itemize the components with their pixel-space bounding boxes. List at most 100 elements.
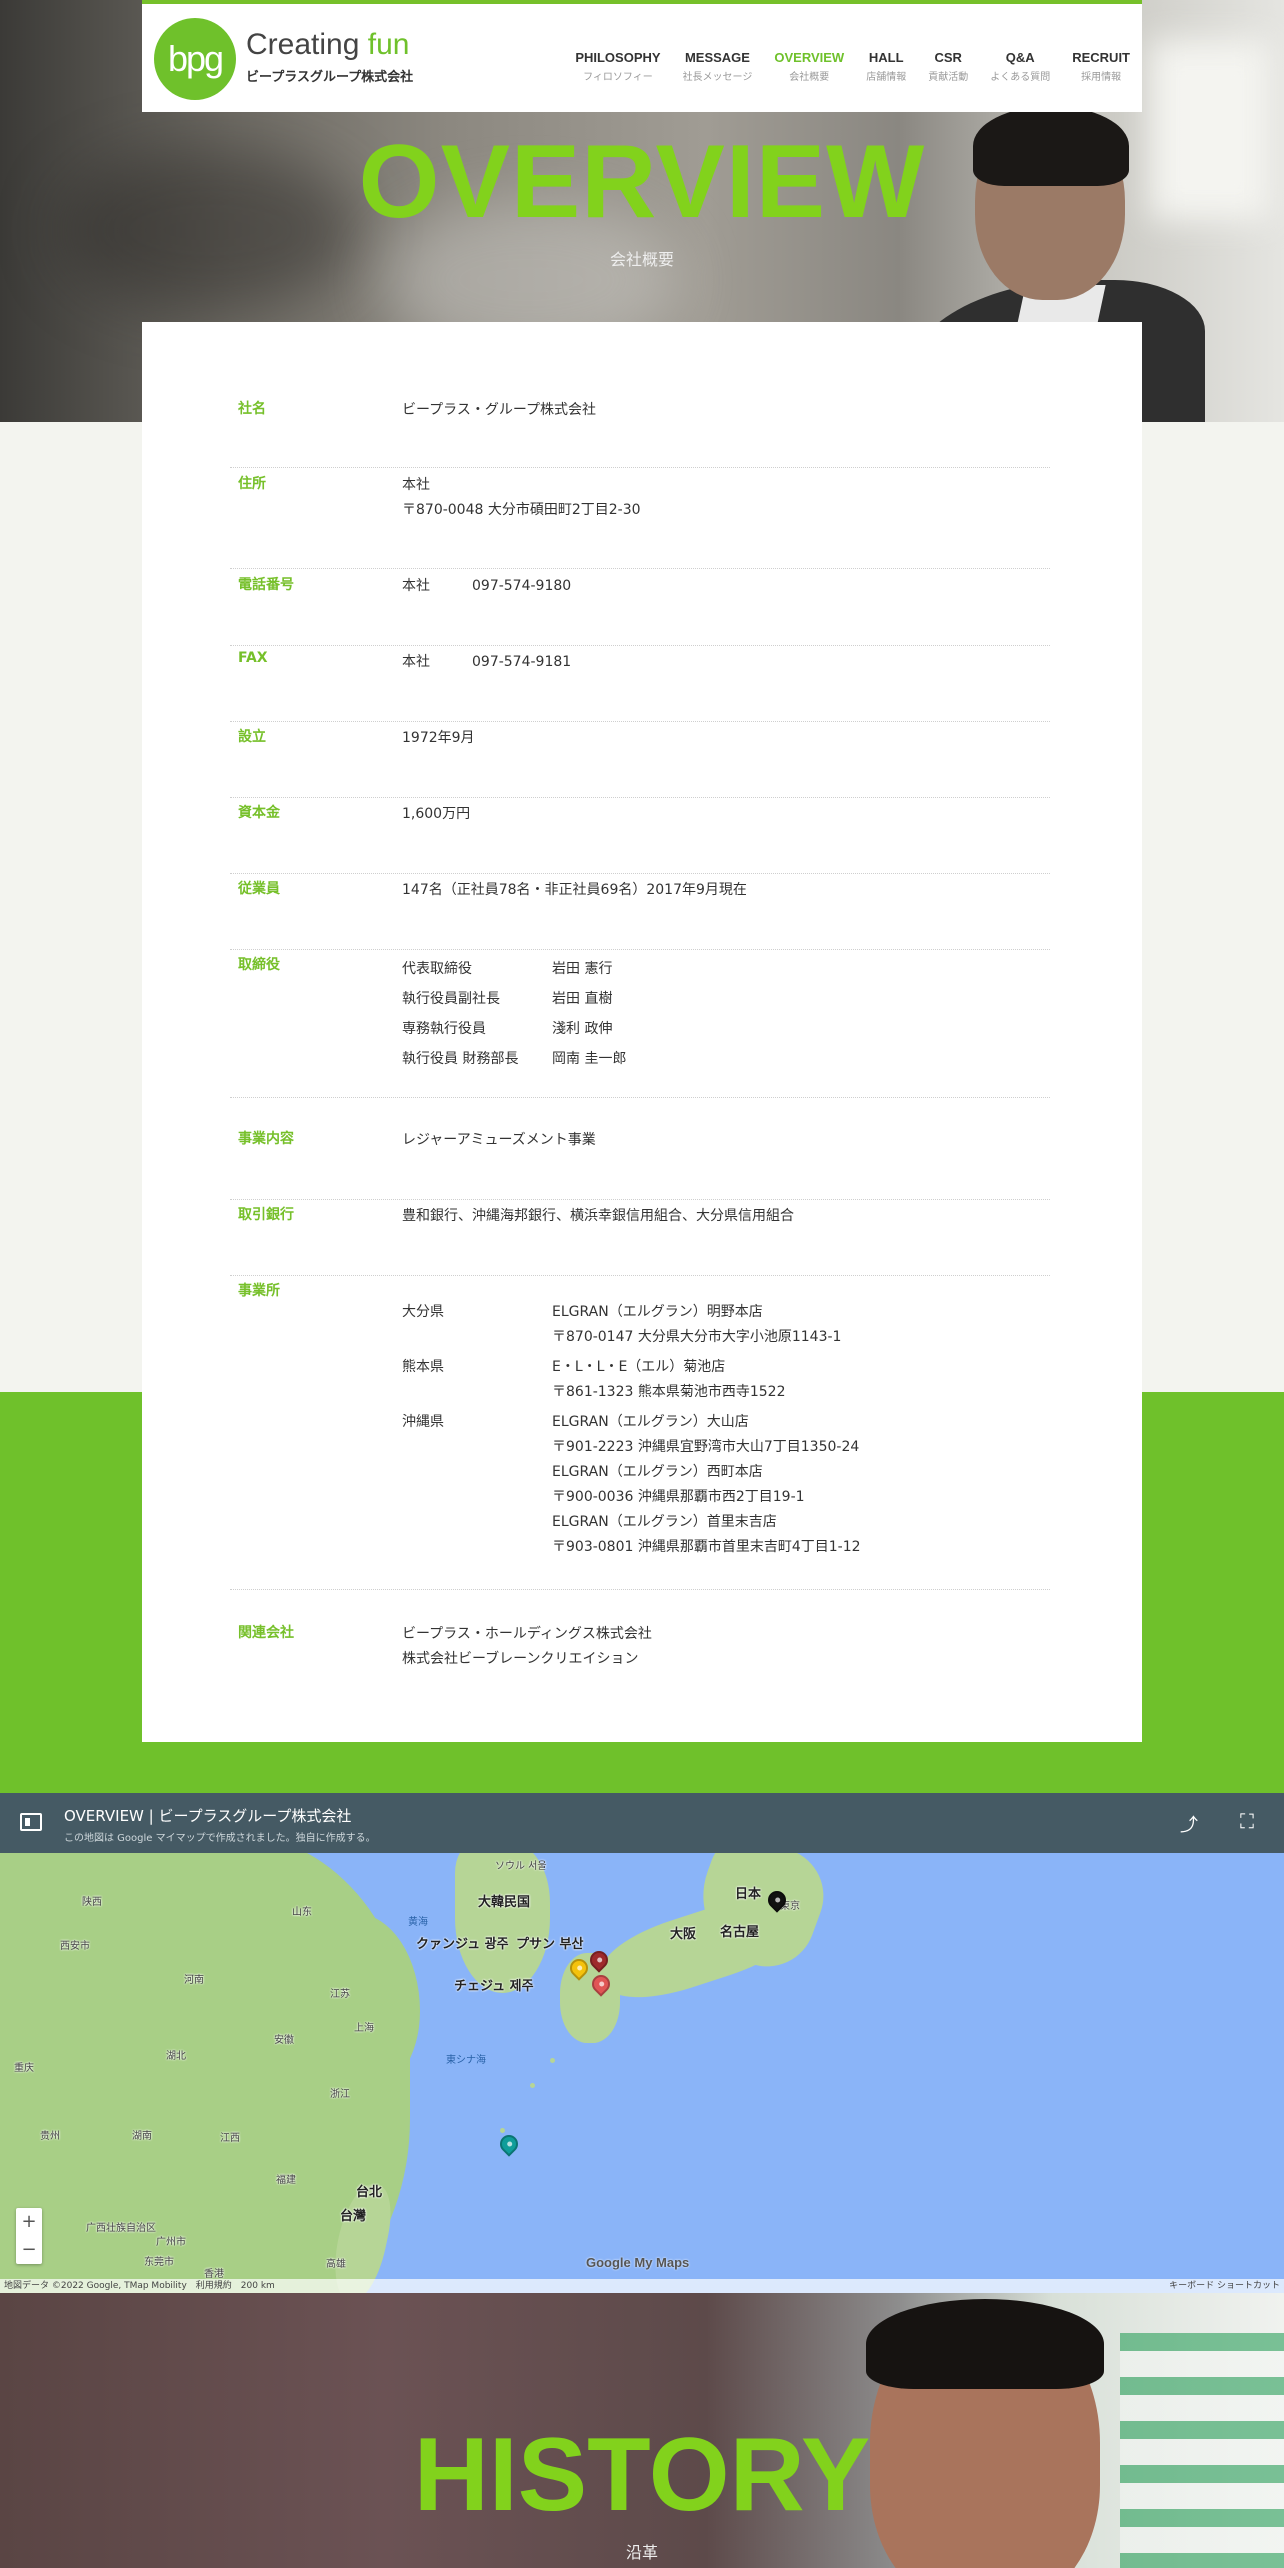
officer-role: 執行役員 財務部長 xyxy=(402,1051,519,1067)
side-panel-icon[interactable] xyxy=(20,1813,42,1831)
row-label: 電話番号 xyxy=(238,577,294,593)
map-label-dongguan: 东莞市 xyxy=(144,2257,174,2268)
zoom-out-button[interactable]: − xyxy=(16,2236,42,2264)
office-name: ELGRAN（エルグラン）大山店 xyxy=(552,1414,749,1430)
company-overview-card: 社名 ビープラス・グループ株式会社 住所 本社 〒870-0048 大分市碩田町… xyxy=(142,322,1142,1742)
logo-tagline-fun: fun xyxy=(367,28,410,61)
history-hero: HISTORY 沿革 xyxy=(0,2293,1284,2568)
map-label-busan: プサン 부산 xyxy=(516,1937,584,1952)
row-banks: 取引銀行 豊和銀行、沖縄海邦銀行、横浜幸銀信用組合、大分県信用組合 xyxy=(230,1204,1050,1276)
row-phone: 電話番号 本社 097-574-9180 xyxy=(230,574,1050,646)
overview-title: OVERVIEW xyxy=(358,124,926,240)
map-label-hongkong: 香港 xyxy=(204,2269,224,2280)
row-value: 本社 097-574-9181 xyxy=(402,650,571,675)
row-value: 1972年9月 xyxy=(402,730,475,746)
nav-sublabel: 会社概要 xyxy=(789,72,830,83)
row-label: 事業所 xyxy=(238,1283,280,1299)
row-capital: 資本金 1,600万円 xyxy=(230,802,1050,874)
share-icon[interactable]: ⤴ xyxy=(1180,1811,1198,1837)
nav-label: MESSAGE xyxy=(684,50,750,65)
map-label-jeju: チェジュ 제주 xyxy=(454,1979,534,1994)
row-value: 本社 097-574-9180 xyxy=(402,574,571,599)
row-related: 関連会社 ビープラス・ホールディングス株式会社 株式会社ビーブレーンクリエイショ… xyxy=(230,1622,1050,1702)
company-name-logo: ビープラスグループ株式会社 xyxy=(246,70,414,85)
office-name: ELGRAN（エルグラン）首里末吉店 xyxy=(552,1514,777,1530)
row-fax: FAX 本社 097-574-9181 xyxy=(230,650,1050,722)
logo-tagline-creating: Creating xyxy=(246,28,360,61)
map-label-japan: 日本 xyxy=(735,1887,762,1902)
nav-hall[interactable]: HALL 店舗情報 xyxy=(866,50,906,83)
map-attribution-note[interactable]: この地図は Google マイマップで作成されました。独自に作成する。 xyxy=(64,1829,376,1844)
office-details: E・L・L・E（エル）菊池店 〒861-1323 熊本県菊池市西寺1522 xyxy=(552,1355,785,1405)
map-label-gwangju: クァンジュ 광주 xyxy=(416,1937,509,1952)
row-label: 取締役 xyxy=(238,957,280,973)
row-label: 従業員 xyxy=(238,881,280,897)
nav-philosophy[interactable]: PHILOSOPHY フィロソフィー xyxy=(575,50,660,83)
map-label-seoul: ソウル 서울 xyxy=(495,1861,547,1872)
related-company: ビープラス・ホールディングス株式会社 xyxy=(402,1626,652,1642)
logo-tagline[interactable]: Creating fun xyxy=(246,30,409,60)
nav-csr[interactable]: CSR 貢献活動 xyxy=(928,50,968,83)
google-map[interactable]: 大韓民国 ソウル 서울 日本 東京 大阪 名古屋 クァンジュ 광주 プサン 부산… xyxy=(0,1853,1284,2293)
map-label-province: 河南 xyxy=(184,1975,204,1986)
nav-message[interactable]: MESSAGE 社長メッセージ xyxy=(683,50,753,83)
office-details: ELGRAN（エルグラン）明野本店 〒870-0147 大分県大分市大字小池原1… xyxy=(552,1300,841,1350)
nav-sublabel: フィロソフィー xyxy=(583,72,653,83)
office-address: 〒900-0036 沖縄県那覇市西2丁目19-1 xyxy=(552,1489,805,1505)
map-label-nagoya: 名古屋 xyxy=(720,1925,760,1940)
nav-label: HALL xyxy=(868,50,904,65)
nav-recruit[interactable]: RECRUIT 採用情報 xyxy=(1072,50,1130,83)
office-address: 〒903-0801 沖縄県那覇市首里末吉町4丁目1-12 xyxy=(552,1539,861,1555)
map-land-shandong xyxy=(300,1913,420,2093)
officer-name: 岩田 直樹 xyxy=(552,991,613,1007)
keyboard-shortcuts-link[interactable]: キーボード ショートカット xyxy=(1169,2279,1280,2293)
officer-role: 代表取締役 xyxy=(402,961,472,977)
address-line: 〒870-0048 大分市碩田町2丁目2-30 xyxy=(402,502,641,518)
history-person-hair xyxy=(866,2299,1104,2389)
row-value: 豊和銀行、沖縄海邦銀行、横浜幸銀信用組合、大分県信用組合 xyxy=(402,1208,794,1224)
map-label-shanghai: 上海 xyxy=(354,2023,374,2034)
office-prefecture: 大分県 xyxy=(402,1304,444,1320)
nav-qa[interactable]: Q&A よくある質問 xyxy=(990,50,1050,83)
map-label-chongqing: 重庆 xyxy=(14,2063,34,2074)
fullscreen-icon[interactable]: ⛶ xyxy=(1240,1809,1254,1833)
office-prefecture: 熊本県 xyxy=(402,1359,444,1375)
officer-name: 岩田 憲行 xyxy=(552,961,613,977)
row-label: 取引銀行 xyxy=(238,1207,294,1223)
site-header: bpg Creating fun ビープラスグループ株式会社 PHILOSOPH… xyxy=(142,0,1142,112)
map-pin-okinawa[interactable] xyxy=(496,2131,522,2157)
row-officers: 取締役 代表取締役 岩田 憲行 執行役員副社長 岩田 直樹 専務執行役員 淺利 政伸 … xyxy=(230,954,1050,1098)
history-subtitle: 沿革 xyxy=(625,2543,658,2562)
map-label-kaohsiung: 高雄 xyxy=(326,2259,346,2270)
zoom-in-button[interactable]: + xyxy=(16,2208,42,2236)
map-title[interactable]: OVERVIEW | ビープラスグループ株式会社 xyxy=(64,1805,351,1826)
row-business: 事業内容 レジャーアミューズメント事業 xyxy=(230,1128,1050,1200)
map-label-korea: 大韓民国 xyxy=(478,1895,531,1910)
office-address: 〒901-2223 沖縄県宜野湾市大山7丁目1350-24 xyxy=(552,1439,860,1455)
map-label-yellow-sea: 黄海 xyxy=(408,1917,428,1928)
map-label-taipei: 台北 xyxy=(356,2185,383,2200)
row-label: 資本金 xyxy=(238,805,280,821)
row-value: 代表取締役 岩田 憲行 執行役員副社長 岩田 直樹 専務執行役員 淺利 政伸 執行役員… xyxy=(402,954,626,1074)
bpg-logo[interactable]: bpg xyxy=(154,18,236,100)
map-credits: 地図データ ©2022 Google, TMap Mobility 利用規約 2… xyxy=(0,2279,1284,2293)
map-zoom-control[interactable]: + − xyxy=(16,2208,42,2264)
map-island xyxy=(530,2083,535,2088)
nav-sublabel: 店舗情報 xyxy=(866,72,907,83)
map-copyright[interactable]: 地図データ ©2022 Google, TMap Mobility 利用規約 2… xyxy=(4,2281,275,2291)
row-founded: 設立 1972年9月 xyxy=(230,726,1050,798)
map-label-province: 安徽 xyxy=(274,2035,294,2046)
officer-name: 岡南 圭一郎 xyxy=(552,1051,627,1067)
phone-number[interactable]: 097-574-9180 xyxy=(472,574,571,599)
map-label-province: 广西壮族自治区 xyxy=(86,2223,156,2234)
map-label-taiwan: 台灣 xyxy=(340,2209,367,2224)
row-value: 1,600万円 xyxy=(402,806,471,822)
map-land-shikoku xyxy=(630,1953,700,1981)
nav-overview[interactable]: OVERVIEW 会社概要 xyxy=(774,50,844,83)
main-nav: PHILOSOPHY フィロソフィー MESSAGE 社長メッセージ OVERVIE… xyxy=(575,50,1130,83)
row-value: レジャーアミューズメント事業 xyxy=(402,1132,596,1148)
row-value: 本社 〒870-0048 大分市碩田町2丁目2-30 xyxy=(402,473,641,523)
overview-subtitle: 会社概要 xyxy=(609,250,674,269)
map-land-korea xyxy=(455,1853,550,1993)
address-office: 本社 xyxy=(402,477,430,493)
